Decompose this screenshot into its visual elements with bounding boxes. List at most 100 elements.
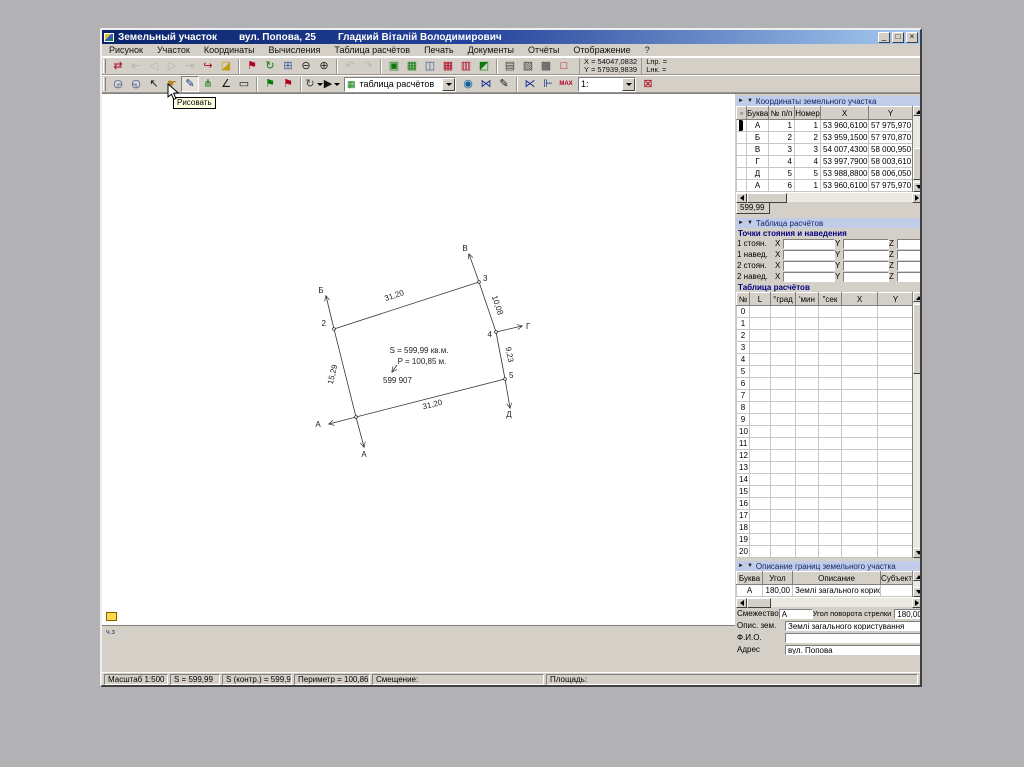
calc-cell[interactable] <box>877 377 914 390</box>
last-record-icon[interactable]: ⇥ <box>181 58 199 74</box>
calc-cell[interactable] <box>841 341 878 354</box>
coordinate-cell[interactable]: Г <box>746 155 769 168</box>
prev-record-icon[interactable]: ◁ <box>145 58 163 74</box>
border-row-desc[interactable]: Землі загального корист <box>792 584 881 597</box>
station-point-field[interactable] <box>843 249 889 260</box>
calc-cell[interactable] <box>795 545 819 558</box>
calc-cell[interactable] <box>818 485 842 498</box>
layers-combo[interactable]: ▦ таблица расчётов <box>344 76 456 92</box>
coordinate-cell[interactable]: 57 970,870 <box>868 131 913 144</box>
menu-item-7[interactable]: Отчёты <box>521 45 566 55</box>
calc-cell[interactable] <box>770 389 796 402</box>
station-point-field[interactable] <box>897 260 920 271</box>
coordinate-cell[interactable]: 58 003,610 <box>868 155 913 168</box>
zoom-extents-icon[interactable]: ◵ <box>127 76 145 92</box>
calc-cell[interactable] <box>749 497 771 510</box>
calc-cell[interactable] <box>749 413 771 426</box>
view-plan-icon[interactable]: ▣ <box>385 58 403 74</box>
calc-row-number[interactable]: 16 <box>736 497 750 510</box>
view-sheet-icon[interactable]: ▦ <box>403 58 421 74</box>
calc-cell[interactable] <box>818 413 842 426</box>
calc-cell[interactable] <box>795 533 819 546</box>
col-min[interactable]: 'мин <box>795 292 819 306</box>
calc-cell[interactable] <box>795 485 819 498</box>
recalc-table-icon[interactable]: ▦ <box>439 58 457 74</box>
coordinate-cell[interactable]: 1 <box>794 119 821 132</box>
calc-cell[interactable] <box>795 353 819 366</box>
calc-cell[interactable] <box>841 533 878 546</box>
calc-cell[interactable] <box>770 401 796 414</box>
calc-cell[interactable] <box>749 425 771 438</box>
edit-nodes-icon[interactable]: ⋔ <box>199 76 217 92</box>
station-point-field[interactable] <box>897 249 920 260</box>
zoom-window-icon[interactable]: ◶ <box>109 76 127 92</box>
close-icon[interactable]: × <box>906 31 918 43</box>
panel-menu-icon[interactable]: ▼ <box>747 220 753 226</box>
menu-item-0[interactable]: Рисунок <box>102 45 150 55</box>
coordinate-cell[interactable]: 54 007,4300 <box>820 143 869 156</box>
col-npp[interactable]: № п/п <box>768 106 795 120</box>
calc-cell[interactable] <box>795 317 819 330</box>
calc-row-number[interactable]: 8 <box>736 401 750 414</box>
calc-cell[interactable] <box>795 401 819 414</box>
calc-cell[interactable] <box>749 305 771 318</box>
snap-icon[interactable]: ⋉ <box>521 76 539 92</box>
calc-cell[interactable] <box>795 377 819 390</box>
calc-cell[interactable] <box>841 473 878 486</box>
title-bar[interactable]: Земельный участок вул. Попова, 25 Гладки… <box>102 30 920 44</box>
calc-cell[interactable] <box>818 509 842 522</box>
calc-cell[interactable] <box>877 497 914 510</box>
notebook-icon[interactable]: ▤ <box>501 58 519 74</box>
panel-collapse-icon[interactable]: ► <box>738 563 744 569</box>
export-table-icon[interactable]: ▥ <box>457 58 475 74</box>
menu-item-9[interactable]: ? <box>638 45 657 55</box>
menu-item-3[interactable]: Вычисления <box>262 45 328 55</box>
calc-cell[interactable] <box>770 533 796 546</box>
coordinate-cell[interactable]: 1 <box>768 119 795 132</box>
borders-vscrollbar[interactable] <box>912 571 920 597</box>
calc-cell[interactable] <box>770 437 796 450</box>
calc-vscrollbar[interactable] <box>912 292 920 558</box>
calc-cell[interactable] <box>818 365 842 378</box>
calc-cell[interactable] <box>749 329 771 342</box>
refresh-icon[interactable]: ↻ <box>261 58 279 74</box>
calc-cell[interactable] <box>770 461 796 474</box>
row-selector[interactable] <box>736 119 747 132</box>
calc-cell[interactable] <box>841 353 878 366</box>
calc-cell[interactable] <box>749 533 771 546</box>
col-letter[interactable]: Буква <box>736 571 763 585</box>
calc-cell[interactable] <box>749 461 771 474</box>
apply-window-icon[interactable]: ◫ <box>421 58 439 74</box>
scroll-up-icon[interactable] <box>913 571 920 581</box>
first-record-icon[interactable]: ⇤ <box>127 58 145 74</box>
print-icon[interactable]: ▩ <box>537 58 555 74</box>
coordinate-cell[interactable]: 1 <box>794 179 821 192</box>
calc-cell[interactable] <box>818 329 842 342</box>
calc-row-number[interactable]: 7 <box>736 389 750 402</box>
calc-cell[interactable] <box>749 365 771 378</box>
minimize-icon[interactable]: _ <box>878 31 890 43</box>
calc-cell[interactable] <box>841 401 878 414</box>
col-y[interactable]: Y <box>877 292 914 306</box>
coordinate-cell[interactable]: Д <box>746 167 769 180</box>
panel-collapse-icon[interactable]: ► <box>738 220 744 226</box>
panel-menu-icon[interactable]: ▼ <box>747 98 753 104</box>
calc-cell[interactable] <box>841 329 878 342</box>
calc-cell[interactable] <box>877 449 914 462</box>
rect-select-icon[interactable]: ▭ <box>235 76 253 92</box>
coordinate-cell[interactable]: 5 <box>768 167 795 180</box>
flag-point-icon[interactable]: ⚑ <box>243 58 261 74</box>
calc-cell[interactable] <box>770 353 796 366</box>
col-number[interactable]: Номер <box>794 106 821 120</box>
calc-row-number[interactable]: 11 <box>736 437 750 450</box>
coords-grid-icon[interactable]: ⊠ <box>639 76 657 92</box>
coordinate-cell[interactable]: 53 988,8800 <box>820 167 869 180</box>
coordinate-cell[interactable]: 58 006,050 <box>868 167 913 180</box>
coordinates-panel-header[interactable]: ► ▼ Координаты земельного участка <box>736 96 920 106</box>
coordinate-cell[interactable]: 2 <box>768 131 795 144</box>
calc-cell[interactable] <box>877 473 914 486</box>
calc-cell[interactable] <box>877 329 914 342</box>
calc-cell[interactable] <box>770 449 796 462</box>
calc-row-number[interactable]: 5 <box>736 365 750 378</box>
calc-cell[interactable] <box>795 449 819 462</box>
